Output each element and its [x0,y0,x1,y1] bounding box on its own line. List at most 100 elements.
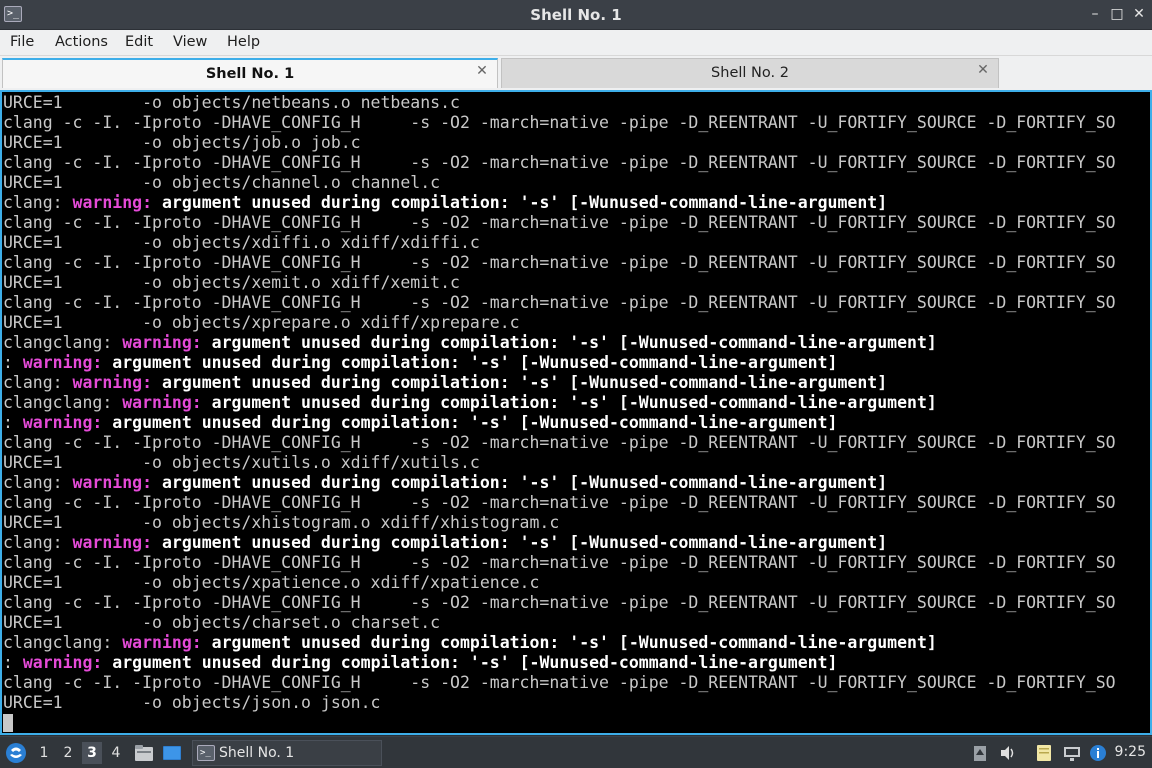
warning-label: warning: [72,473,153,492]
tab-close-icon[interactable]: ✕ [475,64,489,78]
info-icon[interactable] [1088,743,1108,763]
terminal-line: clangclang: warning: argument unused dur… [3,633,1116,653]
terminal-line: clang -c -I. -Iproto -DHAVE_CONFIG_H -s … [3,673,1116,693]
terminal-text: URCE=1 -o objects/job.o job.c [3,133,361,152]
workspace-2-button[interactable]: 2 [58,742,78,764]
warning-label: warning: [72,533,153,552]
terminal-line: URCE=1 -o objects/xdiffi.o xdiff/xdiffi.… [3,233,1116,253]
menu-edit[interactable]: Edit [125,34,153,50]
terminal-text: URCE=1 -o objects/xhistogram.o xdiff/xhi… [3,513,560,532]
workspace-3-button[interactable]: 3 [82,742,102,764]
tab-shell-1[interactable]: Shell No. 1 ✕ [2,58,498,88]
warning-label: warning: [22,413,103,432]
terminal-text: clang -c -I. -Iproto -DHAVE_CONFIG_H -s … [3,253,1116,272]
text-cursor [3,714,13,732]
workspace-4-button[interactable]: 4 [106,742,126,764]
terminal-line: clang -c -I. -Iproto -DHAVE_CONFIG_H -s … [3,493,1116,513]
warning-label: warning: [122,333,202,352]
taskbar: 1 2 3 4 >_ Shell No. 1 9:25 [0,736,1152,768]
terminal-text: argument unused during compilation: '-s'… [201,393,937,412]
menu-view[interactable]: View [173,34,207,50]
terminal-line: URCE=1 -o objects/charset.o charset.c [3,613,1116,633]
start-menu-icon[interactable] [4,741,28,765]
terminal-text: : [3,413,23,432]
tab-label: Shell No. 1 [205,66,295,82]
notes-icon[interactable] [1034,743,1054,763]
terminal-line: URCE=1 -o objects/xprepare.o xdiff/xprep… [3,313,1116,333]
tab-bar: Shell No. 1 ✕ Shell No. 2 ✕ [0,56,1152,90]
terminal-text: URCE=1 -o objects/netbeans.o netbeans.c [3,93,460,112]
terminal-line: clang: warning: argument unused during c… [3,473,1116,493]
menu-file[interactable]: File [10,34,34,50]
terminal-text: clangclang: [3,393,123,412]
terminal-line: clang -c -I. -Iproto -DHAVE_CONFIG_H -s … [3,593,1116,613]
terminal-text: argument unused during compilation: '-s'… [102,353,838,372]
terminal-line: : warning: argument unused during compil… [3,353,1116,373]
terminal-line: clangclang: warning: argument unused dur… [3,393,1116,413]
terminal-text: URCE=1 -o objects/xprepare.o xdiff/xprep… [3,313,520,332]
clipboard-icon[interactable] [970,743,990,763]
terminal-text: argument unused during compilation: '-s'… [152,373,888,392]
terminal-text: clang -c -I. -Iproto -DHAVE_CONFIG_H -s … [3,213,1116,232]
terminal-line: : warning: argument unused during compil… [3,653,1116,673]
warning-label: warning: [122,633,202,652]
tab-close-icon[interactable]: ✕ [976,63,990,77]
taskbar-task-shell-1[interactable]: >_ Shell No. 1 [192,740,382,766]
terminal-text: clang -c -I. -Iproto -DHAVE_CONFIG_H -s … [3,673,1116,692]
menu-help[interactable]: Help [227,34,260,50]
terminal-line: URCE=1 -o objects/xpatience.o xdiff/xpat… [3,573,1116,593]
terminal-line: clang -c -I. -Iproto -DHAVE_CONFIG_H -s … [3,553,1116,573]
terminal-text: argument unused during compilation: '-s'… [152,193,888,212]
terminal-prompt-line [3,713,1116,733]
task-label: Shell No. 1 [219,745,295,761]
terminal-text: argument unused during compilation: '-s'… [102,653,838,672]
terminal-text: argument unused during compilation: '-s'… [102,413,838,432]
terminal-line: clang -c -I. -Iproto -DHAVE_CONFIG_H -s … [3,253,1116,273]
window-title: Shell No. 1 [530,6,622,24]
terminal-text: clang: [3,373,73,392]
workspace-1-button[interactable]: 1 [34,742,54,764]
clock: 9:25 [1114,744,1146,760]
minimize-button[interactable]: – [1086,5,1104,23]
terminal-line: URCE=1 -o objects/xutils.o xdiff/xutils.… [3,453,1116,473]
terminal-line: clang: warning: argument unused during c… [3,193,1116,213]
terminal-line: clang -c -I. -Iproto -DHAVE_CONFIG_H -s … [3,213,1116,233]
terminal-line: clangclang: warning: argument unused dur… [3,333,1116,353]
terminal-line: URCE=1 -o objects/xemit.o xdiff/xemit.c [3,273,1116,293]
terminal-text: : [3,653,23,672]
warning-label: warning: [22,353,103,372]
menu-actions[interactable]: Actions [55,34,108,50]
terminal-text: URCE=1 -o objects/xpatience.o xdiff/xpat… [3,573,540,592]
terminal-text: clang: [3,473,73,492]
terminal-line: URCE=1 -o objects/job.o job.c [3,133,1116,153]
network-icon[interactable] [1062,743,1082,763]
warning-label: warning: [122,393,202,412]
terminal-text: clang: [3,193,73,212]
terminal-text: clangclang: [3,333,123,352]
terminal-text: clang: [3,533,73,552]
terminal-text: argument unused during compilation: '-s'… [201,633,937,652]
terminal-text: clangclang: [3,633,123,652]
tab-shell-2[interactable]: Shell No. 2 ✕ [501,58,999,88]
desktop-icon[interactable] [162,743,182,763]
terminal-text: argument unused during compilation: '-s'… [152,533,888,552]
terminal-view[interactable]: URCE=1 -o objects/netbeans.o netbeans.c c… [0,90,1152,735]
terminal-line: URCE=1 -o objects/json.o json.c [3,693,1116,713]
terminal-text: clang -c -I. -Iproto -DHAVE_CONFIG_H -s … [3,553,1116,572]
terminal-text: URCE=1 -o objects/json.o json.c [3,693,381,712]
close-window-button[interactable]: ✕ [1130,5,1148,23]
terminal-task-icon: >_ [197,745,215,761]
terminal-line: clang -c -I. -Iproto -DHAVE_CONFIG_H -s … [3,153,1116,173]
terminal-line: URCE=1 -o objects/channel.o channel.c [3,173,1116,193]
maximize-button[interactable]: □ [1108,5,1126,23]
terminal-text: clang -c -I. -Iproto -DHAVE_CONFIG_H -s … [3,153,1116,172]
terminal-line: clang -c -I. -Iproto -DHAVE_CONFIG_H -s … [3,293,1116,313]
file-manager-icon[interactable] [134,743,154,763]
volume-icon[interactable] [998,743,1018,763]
terminal-text: argument unused during compilation: '-s'… [152,473,888,492]
terminal-line: clang -c -I. -Iproto -DHAVE_CONFIG_H -s … [3,433,1116,453]
terminal-text: URCE=1 -o objects/xdiffi.o xdiff/xdiffi.… [3,233,480,252]
tab-label: Shell No. 2 [711,65,789,81]
warning-label: warning: [72,193,153,212]
terminal-line: URCE=1 -o objects/xhistogram.o xdiff/xhi… [3,513,1116,533]
